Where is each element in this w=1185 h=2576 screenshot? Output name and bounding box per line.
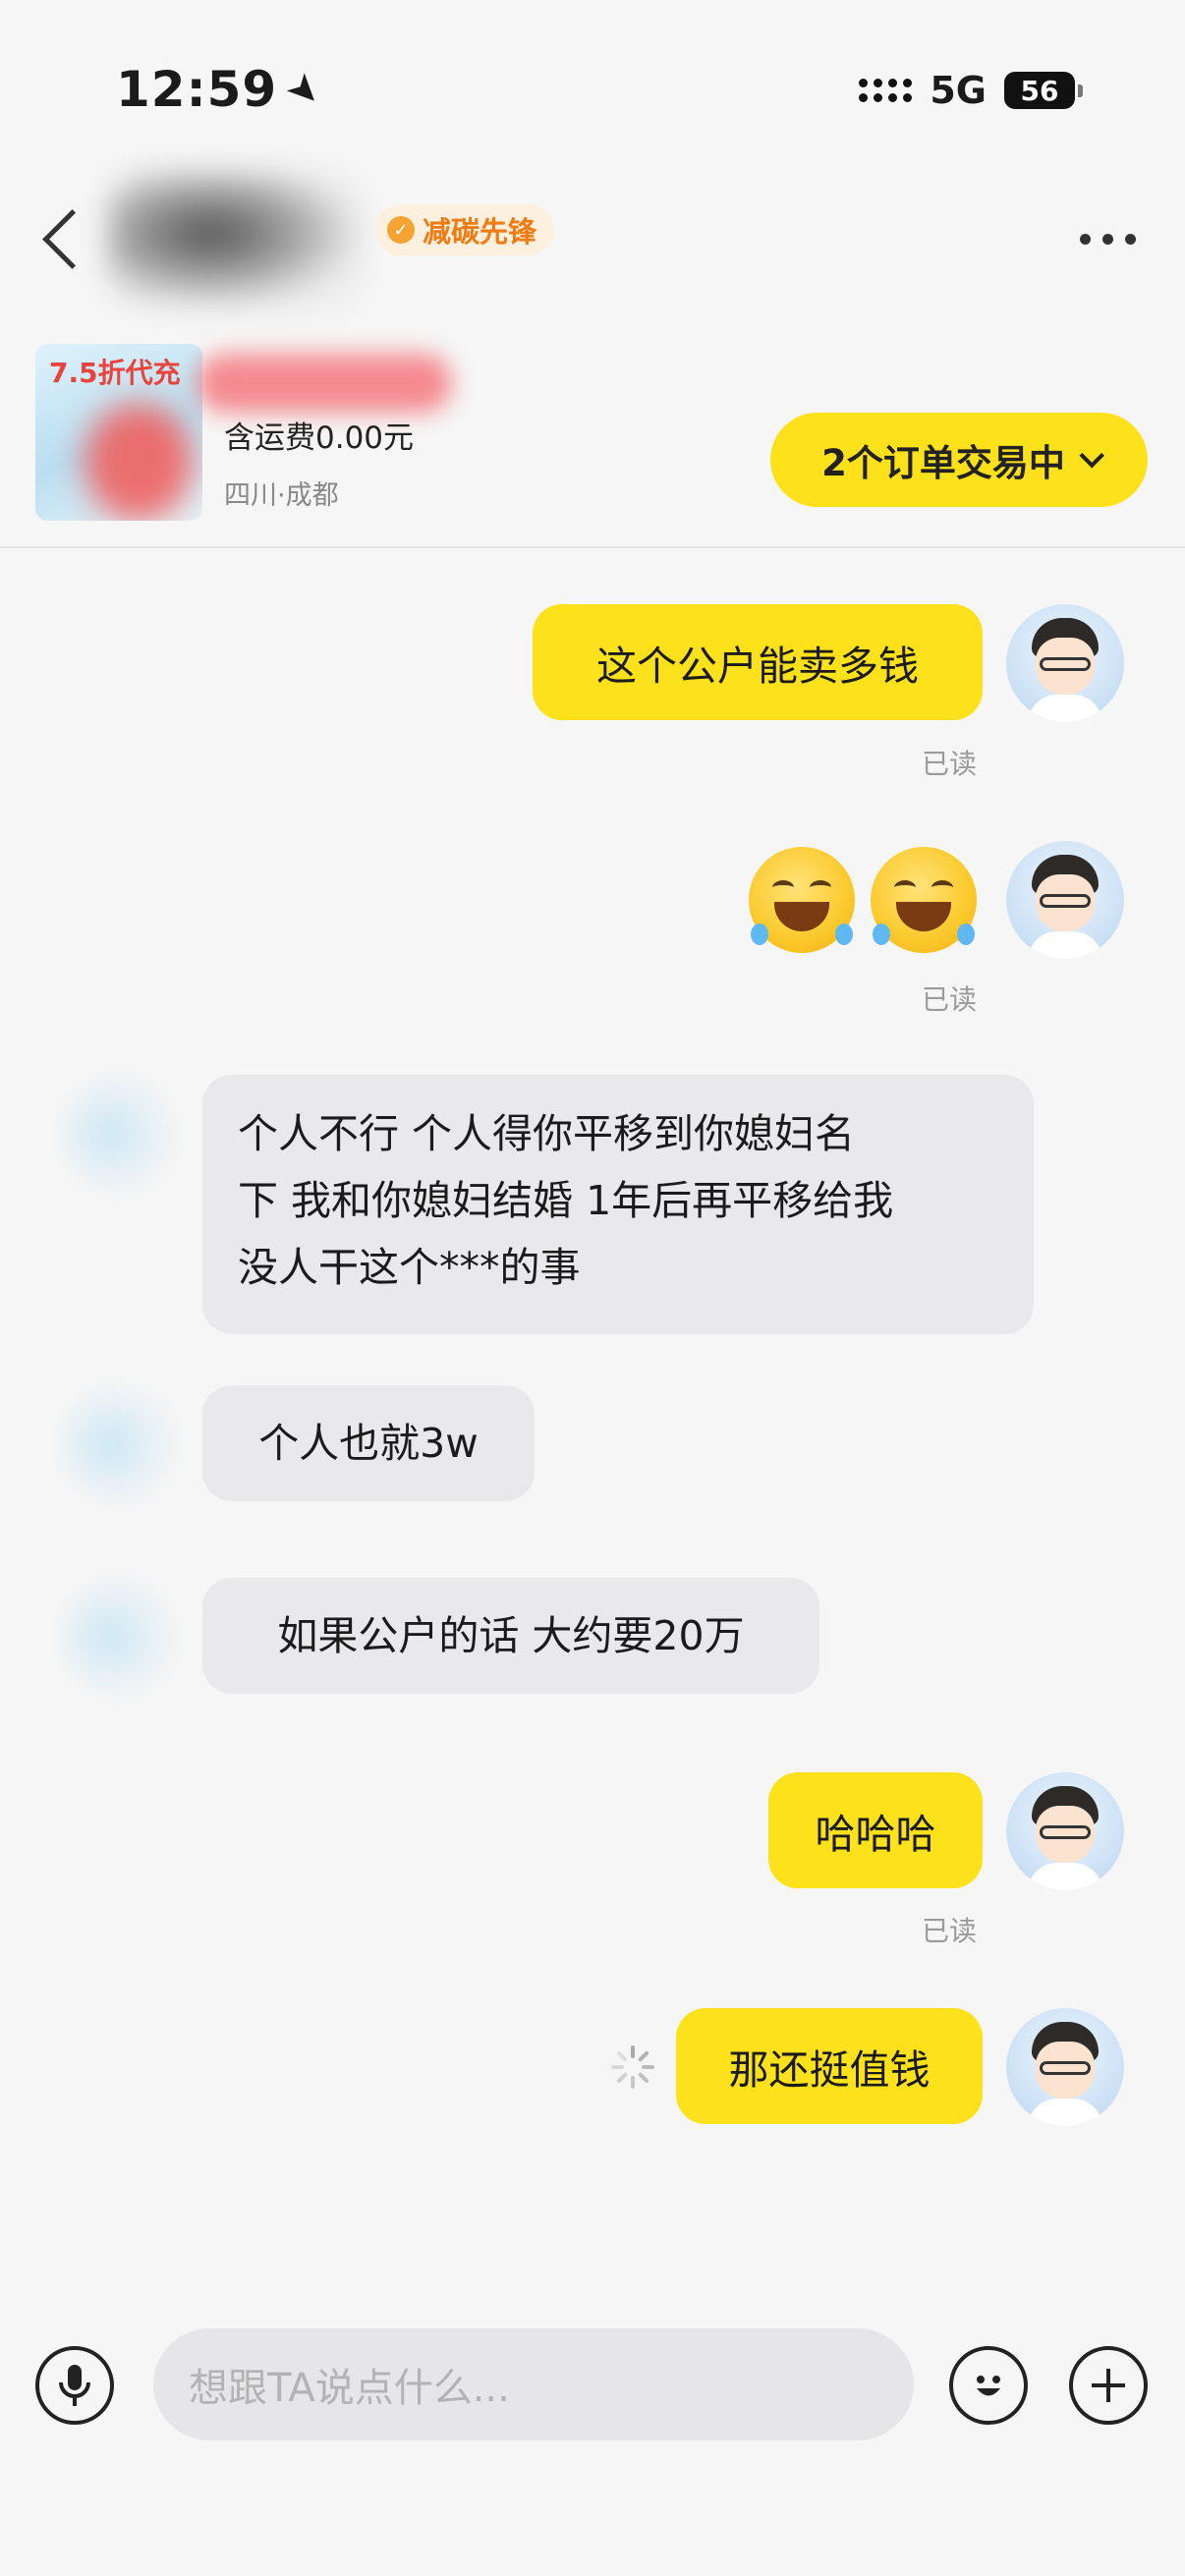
read-status: 已读 — [922, 983, 978, 1016]
message-bubble-received[interactable]: 如果公户的话 大约要20万 — [202, 1578, 819, 1694]
shipping-fee: 含运费0.00元 — [224, 420, 415, 456]
contact-avatar[interactable] — [59, 1578, 177, 1696]
product-promo-text: 7.5折代充 — [49, 357, 181, 389]
emoji-icon — [977, 2376, 1000, 2396]
contact-name-redacted — [108, 172, 364, 309]
message-text: 个人也就3w — [258, 1420, 479, 1467]
orders-in-progress-button[interactable]: 2个订单交易中 — [770, 413, 1148, 507]
laughing-tears-emoji-icon — [749, 847, 855, 953]
microphone-icon — [59, 2365, 90, 2406]
message-line: 没人干这个***的事 — [238, 1244, 581, 1291]
plus-icon — [1092, 2369, 1125, 2402]
divider — [0, 546, 1185, 548]
emoji-button[interactable] — [949, 2346, 1028, 2425]
contact-avatar[interactable] — [59, 1385, 177, 1503]
network-type: 5G — [930, 69, 987, 112]
battery-icon: 56 — [1004, 72, 1083, 109]
message-bubble-sent[interactable]: 那还挺值钱 — [676, 2008, 983, 2124]
chevron-down-icon — [1079, 443, 1104, 469]
voice-button[interactable] — [35, 2346, 114, 2425]
plus-button[interactable] — [1069, 2346, 1148, 2425]
message-text: 如果公户的话 大约要20万 — [277, 1612, 745, 1659]
price-redacted — [197, 354, 452, 413]
contact-avatar[interactable] — [59, 1075, 177, 1193]
read-status: 已读 — [922, 748, 978, 780]
my-avatar[interactable] — [1006, 1772, 1124, 1890]
read-status: 已读 — [922, 1915, 978, 1947]
sending-spinner-icon — [611, 2045, 654, 2089]
battery-level: 56 — [1020, 74, 1059, 107]
message-line: 下 我和你媳妇结婚 1年后再平移给我 — [238, 1177, 894, 1224]
low-carbon-badge[interactable]: ✓ 减碳先锋 — [375, 204, 555, 255]
message-bubble-received[interactable]: 个人不行 个人得你平移到你媳妇名 下 我和你媳妇结婚 1年后再平移给我 没人干这… — [202, 1075, 1034, 1334]
badge-label: 减碳先锋 — [423, 215, 537, 249]
message-bubble-received[interactable]: 个人也就3w — [202, 1385, 535, 1501]
message-text: 哈哈哈 — [815, 1811, 936, 1858]
message-text: 那还挺值钱 — [728, 2046, 931, 2094]
emoji-message[interactable]: 😂😂 — [749, 847, 985, 953]
message-input[interactable]: 想跟TA说点什么... — [153, 2328, 914, 2440]
input-placeholder: 想跟TA说点什么... — [189, 2366, 510, 2411]
message-text: 这个公户能卖多钱 — [596, 643, 919, 690]
my-avatar[interactable] — [1006, 841, 1124, 959]
signal-icon — [859, 79, 913, 102]
message-bubble-sent[interactable]: 这个公户能卖多钱 — [533, 604, 983, 720]
message-line: 个人不行 个人得你平移到你媳妇名 — [238, 1110, 856, 1157]
my-avatar[interactable] — [1006, 2008, 1124, 2126]
status-indicators: 5G 56 — [859, 69, 1083, 112]
back-icon[interactable] — [42, 209, 102, 269]
leaf-icon: ✓ — [387, 216, 415, 244]
orders-button-label: 2个订单交易中 — [821, 442, 1065, 484]
product-location: 四川·成都 — [224, 480, 339, 511]
product-thumbnail[interactable]: 7.5折代充 — [35, 344, 202, 521]
location-arrow-icon: ➤ — [276, 62, 333, 119]
more-icon[interactable] — [1080, 234, 1136, 245]
message-bubble-sent[interactable]: 哈哈哈 — [768, 1772, 983, 1888]
my-avatar[interactable] — [1006, 604, 1124, 722]
status-time: 12:59➤ — [116, 61, 333, 119]
laughing-tears-emoji-icon — [871, 847, 977, 953]
